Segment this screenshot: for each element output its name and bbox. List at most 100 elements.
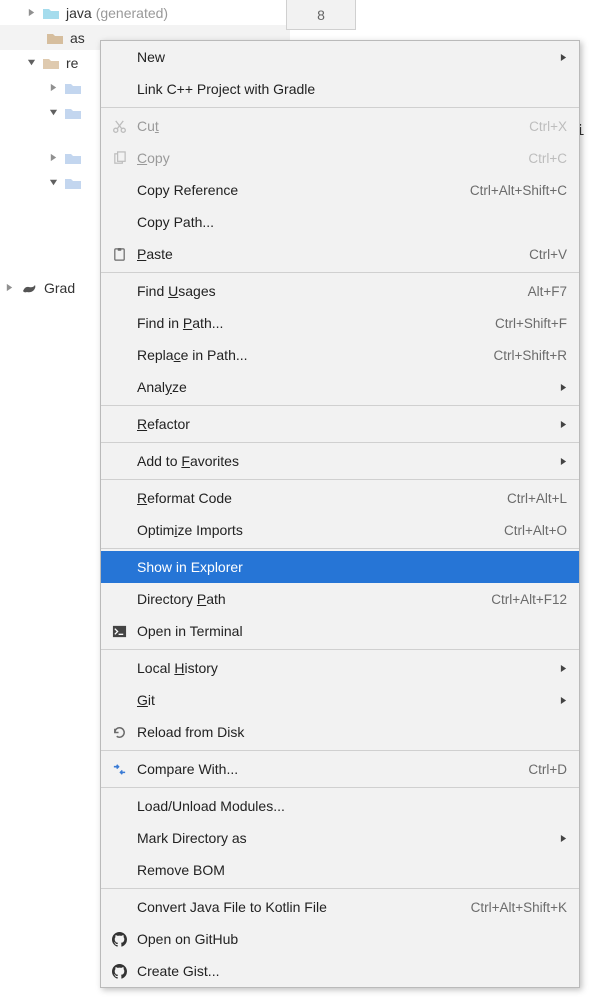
menu-item-label: Local History (137, 660, 555, 676)
menu-item-add-to-favorites[interactable]: Add to Favorites (101, 445, 579, 477)
menu-item-show-in-explorer[interactable]: Show in Explorer (101, 551, 579, 583)
submenu-arrow-icon (555, 453, 567, 469)
menu-item-convert-java-file-to-kotlin-file[interactable]: Convert Java File to Kotlin FileCtrl+Alt… (101, 891, 579, 923)
menu-item-label: Open in Terminal (137, 623, 567, 639)
menu-item-shortcut: Ctrl+X (529, 119, 567, 134)
compare-icon (109, 762, 129, 777)
tree-suffix: (generated) (96, 5, 168, 21)
submenu-arrow-icon (555, 692, 567, 708)
chevron-right-icon (46, 151, 60, 165)
menu-item-shortcut: Ctrl+C (528, 151, 567, 166)
copy-icon (109, 151, 129, 166)
menu-item-label: Reload from Disk (137, 724, 567, 740)
menu-item-label: Copy (137, 150, 528, 166)
menu-separator (101, 548, 579, 549)
github-icon (109, 932, 129, 947)
menu-item-local-history[interactable]: Local History (101, 652, 579, 684)
menu-item-label: Paste (137, 246, 529, 262)
menu-item-refactor[interactable]: Refactor (101, 408, 579, 440)
folder-icon (64, 81, 82, 95)
menu-item-shortcut: Ctrl+Shift+R (493, 348, 567, 363)
menu-item-link-c-project-with-gradle[interactable]: Link C++ Project with Gradle (101, 73, 579, 105)
menu-item-label: Directory Path (137, 591, 491, 607)
menu-item-label: Create Gist... (137, 963, 567, 979)
menu-item-load-unload-modules[interactable]: Load/Unload Modules... (101, 790, 579, 822)
menu-item-optimize-imports[interactable]: Optimize ImportsCtrl+Alt+O (101, 514, 579, 546)
tree-label: re (66, 55, 78, 71)
menu-item-reload-from-disk[interactable]: Reload from Disk (101, 716, 579, 748)
menu-item-label: Refactor (137, 416, 555, 432)
menu-item-label: Reformat Code (137, 490, 507, 506)
folder-icon (64, 151, 82, 165)
menu-item-shortcut: Ctrl+D (528, 762, 567, 777)
reload-icon (109, 725, 129, 740)
menu-item-copy: CopyCtrl+C (101, 142, 579, 174)
menu-item-replace-in-path[interactable]: Replace in Path...Ctrl+Shift+R (101, 339, 579, 371)
menu-separator (101, 888, 579, 889)
tree-label: java (66, 5, 92, 21)
folder-icon (64, 106, 82, 120)
menu-separator (101, 750, 579, 751)
menu-item-reformat-code[interactable]: Reformat CodeCtrl+Alt+L (101, 482, 579, 514)
context-menu: New Link C++ Project with Gradle CutCtrl+X… (100, 40, 580, 988)
menu-item-directory-path[interactable]: Directory PathCtrl+Alt+F12 (101, 583, 579, 615)
menu-item-label: Mark Directory as (137, 830, 555, 846)
menu-item-label: Show in Explorer (137, 559, 567, 575)
menu-item-cut: CutCtrl+X (101, 110, 579, 142)
menu-item-label: Cut (137, 118, 529, 134)
chevron-down-icon (24, 56, 38, 70)
menu-item-mark-directory-as[interactable]: Mark Directory as (101, 822, 579, 854)
menu-item-label: Git (137, 692, 555, 708)
tab-number-label: 8 (317, 7, 325, 23)
submenu-arrow-icon (555, 416, 567, 432)
menu-item-label: Link C++ Project with Gradle (137, 81, 567, 97)
menu-separator (101, 107, 579, 108)
menu-separator (101, 272, 579, 273)
menu-item-open-on-github[interactable]: Open on GitHub (101, 923, 579, 955)
menu-item-label: New (137, 49, 555, 65)
menu-item-create-gist[interactable]: Create Gist... (101, 955, 579, 987)
menu-item-label: Compare With... (137, 761, 528, 777)
menu-separator (101, 649, 579, 650)
menu-item-compare-with[interactable]: Compare With...Ctrl+D (101, 753, 579, 785)
menu-item-shortcut: Ctrl+Alt+Shift+K (471, 900, 567, 915)
menu-separator (101, 442, 579, 443)
menu-item-new[interactable]: New (101, 41, 579, 73)
menu-item-label: Convert Java File to Kotlin File (137, 899, 471, 915)
submenu-arrow-icon (555, 49, 567, 65)
menu-item-label: Remove BOM (137, 862, 567, 878)
menu-separator (101, 479, 579, 480)
tree-item-java[interactable]: java (generated) (0, 0, 290, 25)
menu-separator (101, 405, 579, 406)
tree-label: Grad (44, 280, 75, 296)
menu-item-label: Replace in Path... (137, 347, 493, 363)
chevron-right-icon (46, 81, 60, 95)
menu-item-shortcut: Ctrl+Alt+O (504, 523, 567, 538)
chevron-down-icon (46, 176, 60, 190)
menu-item-copy-path[interactable]: Copy Path... (101, 206, 579, 238)
menu-item-remove-bom[interactable]: Remove BOM (101, 854, 579, 886)
menu-item-find-usages[interactable]: Find UsagesAlt+F7 (101, 275, 579, 307)
submenu-arrow-icon (555, 660, 567, 676)
menu-item-analyze[interactable]: Analyze (101, 371, 579, 403)
tab-number[interactable]: 8 (286, 0, 356, 30)
menu-item-label: Find Usages (137, 283, 528, 299)
terminal-icon (109, 624, 129, 639)
menu-item-paste[interactable]: PasteCtrl+V (101, 238, 579, 270)
folder-icon (42, 6, 60, 20)
menu-item-find-in-path[interactable]: Find in Path...Ctrl+Shift+F (101, 307, 579, 339)
menu-item-git[interactable]: Git (101, 684, 579, 716)
menu-item-label: Open on GitHub (137, 931, 567, 947)
folder-icon (42, 56, 60, 70)
menu-item-label: Optimize Imports (137, 522, 504, 538)
submenu-arrow-icon (555, 379, 567, 395)
chevron-right-icon (2, 281, 16, 295)
menu-item-copy-reference[interactable]: Copy ReferenceCtrl+Alt+Shift+C (101, 174, 579, 206)
menu-item-label: Analyze (137, 379, 555, 395)
gradle-icon (20, 281, 38, 295)
submenu-arrow-icon (555, 830, 567, 846)
menu-item-label: Add to Favorites (137, 453, 555, 469)
menu-item-label: Copy Path... (137, 214, 567, 230)
menu-item-shortcut: Ctrl+Alt+F12 (491, 592, 567, 607)
menu-item-open-in-terminal[interactable]: Open in Terminal (101, 615, 579, 647)
